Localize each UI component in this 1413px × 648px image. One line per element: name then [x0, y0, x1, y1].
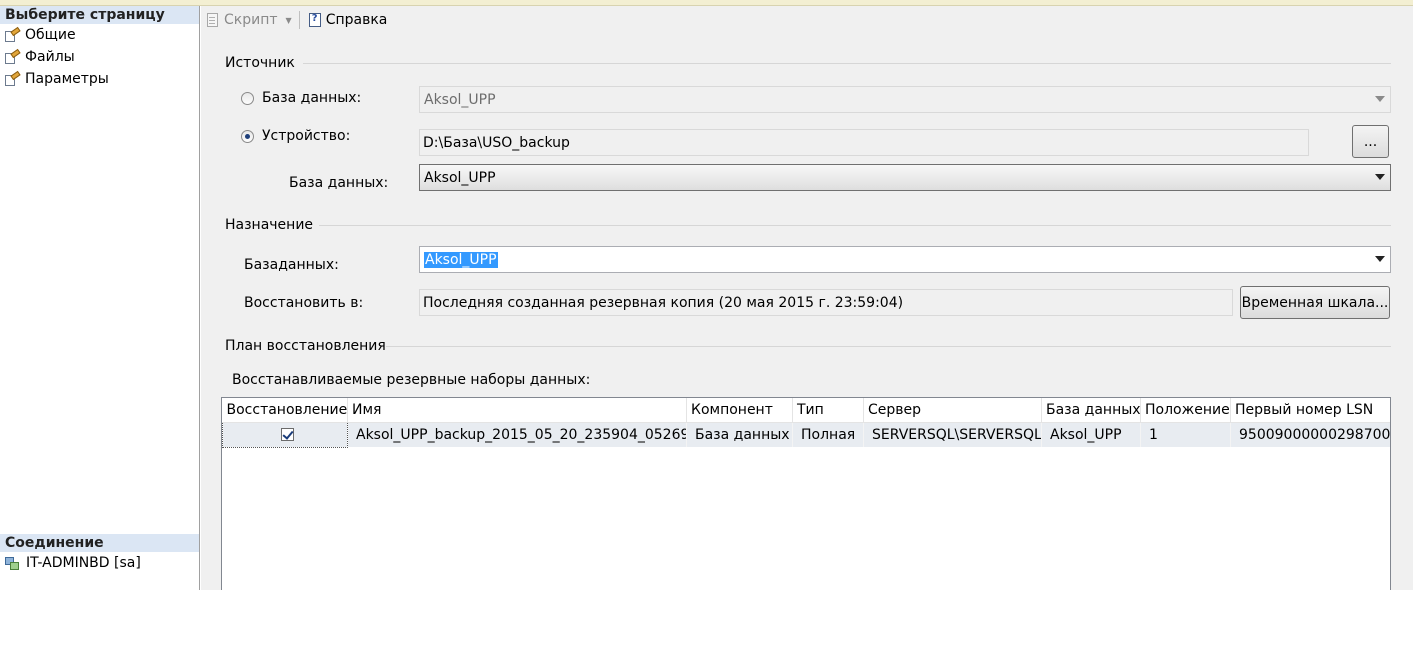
device-database-combo[interactable]: Aksol_UPP — [419, 164, 1391, 191]
left-pane: Выберите страницу Общие Файлы Параметры … — [0, 6, 200, 590]
section-title: Источник — [225, 55, 295, 71]
combo-value: Aksol_UPP — [424, 91, 496, 108]
timeline-button[interactable]: Временная шкала... — [1240, 286, 1390, 319]
first-lsn-cell: 9500900000029870000 — [1230, 422, 1390, 447]
restore-to-label: Восстановить в: — [244, 295, 364, 311]
restore-plan-section-header: План восстановления — [225, 336, 394, 356]
right-pane: Скрипт ▼ ? Справка Источник База данных:… — [201, 6, 1413, 590]
help-label: Справка — [325, 12, 388, 28]
radio-button[interactable] — [241, 129, 254, 143]
page-item-options[interactable]: Параметры — [0, 68, 199, 90]
database-cell: Aksol_UPP — [1041, 422, 1141, 447]
source-database-combo[interactable]: Aksol_UPP — [419, 86, 1391, 113]
restore-to-field[interactable]: Последняя созданная резервная копия (20 … — [419, 289, 1233, 316]
chevron-down-icon — [1375, 96, 1385, 102]
page-item-label: Параметры — [25, 71, 109, 87]
browse-button[interactable]: ... — [1352, 125, 1389, 158]
component-cell: База данных — [686, 422, 793, 447]
toolbar: Скрипт ▼ ? Справка — [201, 6, 1413, 34]
browse-label: ... — [1363, 133, 1378, 150]
chevron-down-icon — [1375, 256, 1385, 262]
chevron-down-icon — [1375, 174, 1385, 180]
name-cell: Aksol_UPP_backup_2015_05_20_235904_05269… — [347, 422, 687, 447]
column-header-component[interactable]: Компонент — [686, 398, 793, 423]
column-header-name[interactable]: Имя — [347, 398, 687, 423]
toolbar-separator — [298, 11, 300, 29]
position-cell: 1 — [1140, 422, 1231, 447]
select-page-header: Выберите страницу — [0, 6, 199, 24]
script-label: Скрипт — [224, 12, 278, 28]
combo-value: Aksol_UPP — [424, 169, 496, 186]
destination-section-header: Назначение — [225, 215, 321, 235]
database-radio[interactable]: База данных: — [241, 90, 361, 106]
restore-to-value: Последняя созданная резервная копия (20 … — [423, 294, 904, 311]
page-edit-icon — [4, 70, 21, 87]
script-button[interactable]: Скрипт ▼ — [203, 9, 294, 31]
page-item-files[interactable]: Файлы — [0, 46, 199, 68]
page-item-label: Файлы — [25, 49, 75, 65]
timeline-button-label: Временная шкала... — [1241, 294, 1389, 311]
script-icon — [205, 12, 221, 28]
page-item-general[interactable]: Общие — [0, 24, 199, 46]
backup-sets-grid: Восстановление Имя Компонент Тип Сервер … — [221, 397, 1391, 590]
column-header-type[interactable]: Тип — [792, 398, 864, 423]
page-edit-icon — [4, 26, 21, 43]
chevron-down-icon[interactable]: ▼ — [286, 16, 292, 25]
combo-value: Aksol_UPP — [424, 251, 498, 268]
device-database-label: База данных: — [289, 175, 389, 191]
destination-database-label: Базаданных: — [244, 257, 339, 273]
page-edit-icon — [4, 48, 21, 65]
device-path-value: D:\База\USO_backup — [423, 134, 570, 151]
page-item-label: Общие — [25, 27, 76, 43]
connection-section: Соединение IT-ADMINBD [sa] — [0, 534, 199, 574]
column-header-position[interactable]: Положение — [1140, 398, 1231, 423]
source-section-header: Источник — [225, 53, 303, 73]
column-header-first-lsn[interactable]: Первый номер LSN — [1230, 398, 1390, 423]
restore-checkbox[interactable] — [280, 428, 294, 441]
radio-button[interactable] — [241, 91, 254, 105]
section-title: План восстановления — [225, 338, 386, 354]
table-row[interactable]: Aksol_UPP_backup_2015_05_20_235904_05269… — [222, 421, 1390, 448]
connection-header: Соединение — [0, 534, 199, 552]
device-radio[interactable]: Устройство: — [241, 128, 350, 144]
help-button[interactable]: ? Справка — [305, 9, 390, 31]
type-cell: Полная — [792, 422, 864, 447]
divider — [303, 63, 1391, 64]
column-header-restore[interactable]: Восстановление — [222, 398, 348, 423]
restore-cell[interactable] — [222, 421, 348, 448]
server-connection-icon — [5, 556, 20, 571]
table-header-row: Восстановление Имя Компонент Тип Сервер … — [222, 398, 1390, 423]
connection-item[interactable]: IT-ADMINBD [sa] — [0, 552, 199, 574]
section-title: Назначение — [225, 217, 314, 233]
radio-label: База данных: — [262, 90, 362, 106]
divider — [386, 346, 1391, 347]
column-header-database[interactable]: База данных — [1041, 398, 1141, 423]
server-cell: SERVERSQL\SERVERSQL — [863, 422, 1042, 447]
radio-label: Устройство: — [262, 128, 351, 144]
restore-database-dialog: Выберите страницу Общие Файлы Параметры … — [0, 0, 1413, 590]
column-header-server[interactable]: Сервер — [863, 398, 1042, 423]
backup-sets-table: Восстановление Имя Компонент Тип Сервер … — [222, 398, 1390, 448]
divider — [319, 225, 1391, 226]
help-icon: ? — [307, 12, 323, 28]
destination-database-combo[interactable]: Aksol_UPP — [419, 246, 1391, 273]
device-path-field[interactable]: D:\База\USO_backup — [419, 129, 1309, 156]
backup-sets-label: Восстанавливаемые резервные наборы данны… — [232, 372, 591, 388]
connection-label: IT-ADMINBD [sa] — [26, 555, 141, 571]
